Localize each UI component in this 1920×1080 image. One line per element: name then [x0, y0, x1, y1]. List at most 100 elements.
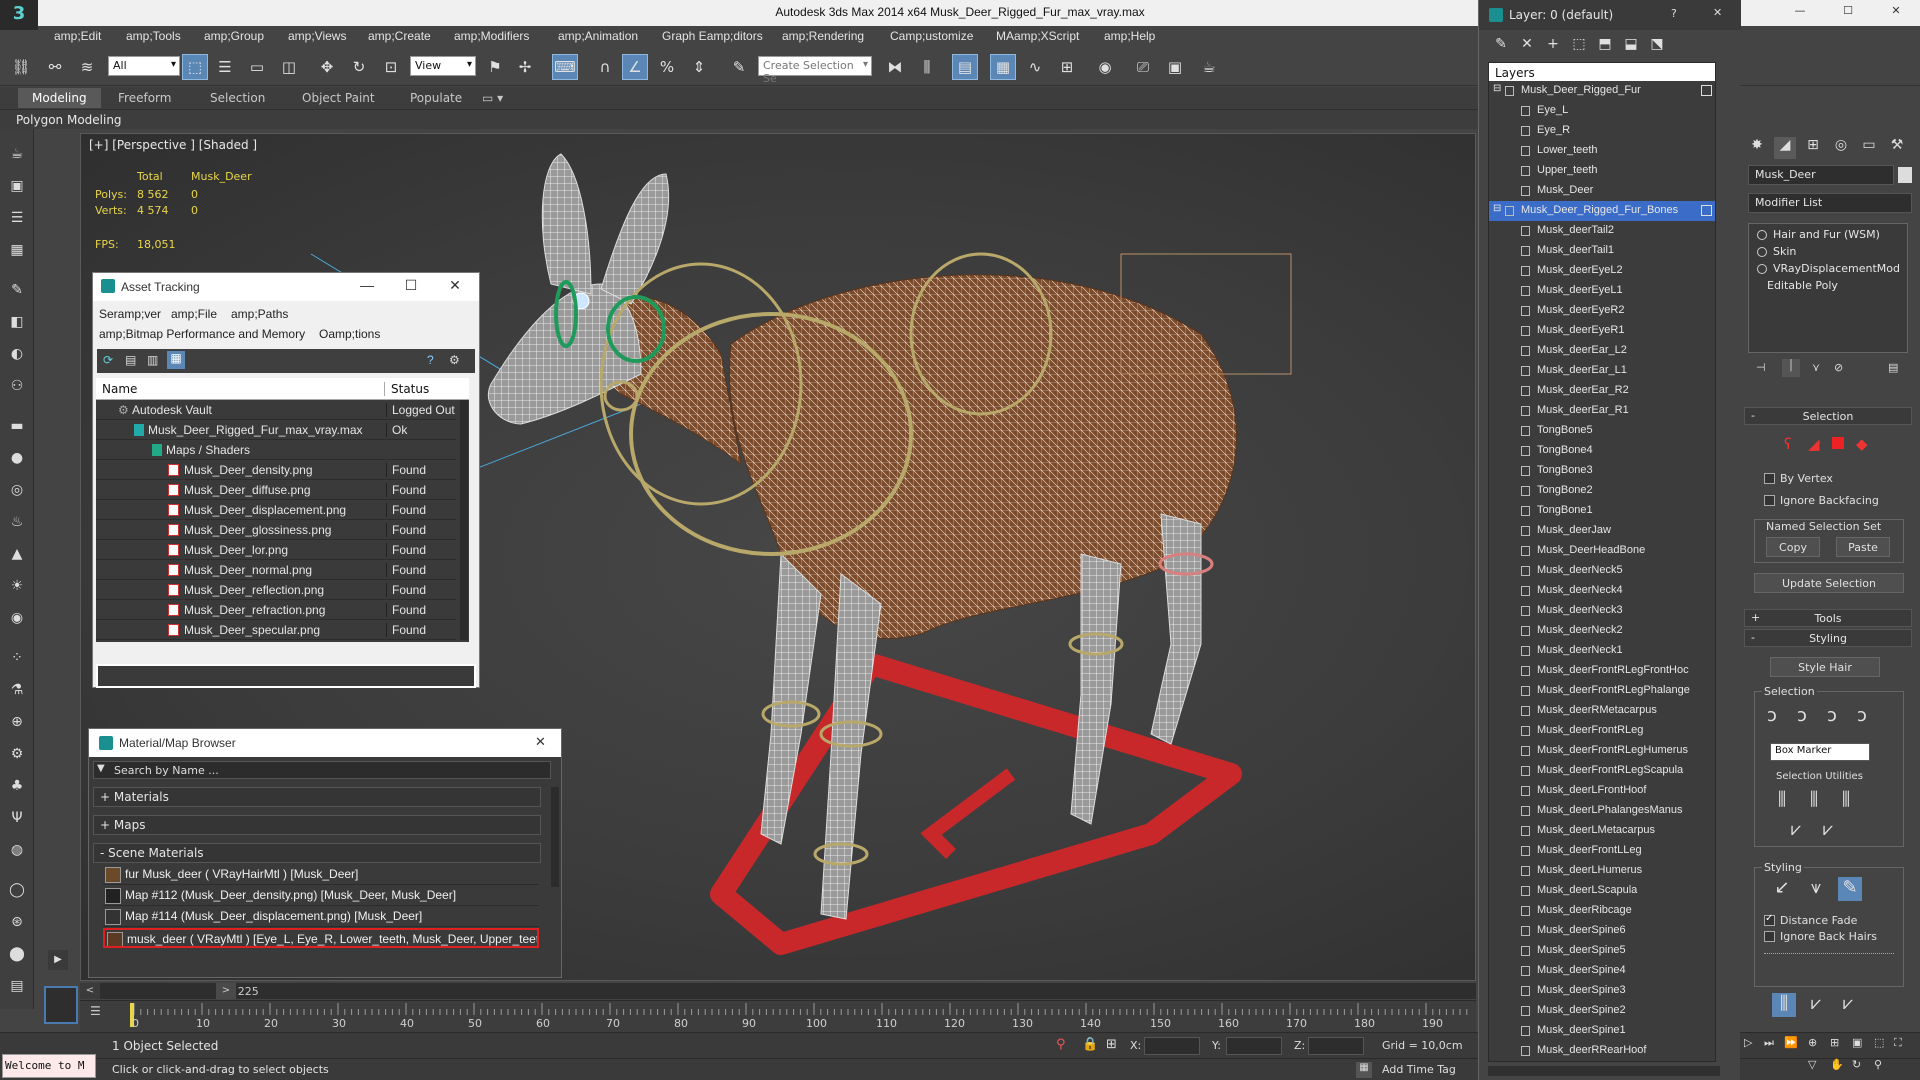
bind-space-warp-icon[interactable]: ≋	[74, 54, 100, 80]
help-icon[interactable]: ?	[427, 353, 434, 367]
maximize-viewport-icon[interactable]: ⛶	[1894, 1036, 1902, 1050]
track-bar[interactable]: 0 10 20 30 40 50 60 70 80 90 100 110 120…	[80, 1000, 1476, 1032]
stack-item[interactable]: Skin	[1753, 245, 1905, 261]
zoom-region-icon[interactable]: ⬚	[1874, 1036, 1884, 1049]
table-view-icon[interactable]: ▦	[167, 351, 185, 369]
menu-help[interactable]: amp;Help	[1104, 29, 1155, 43]
brush-icon[interactable]: ✎	[1838, 877, 1862, 901]
object-color-swatch[interactable]	[1898, 167, 1912, 183]
list-item[interactable]: fur Musk_deer ( VRayHairMtl ) [Musk_Deer…	[103, 865, 539, 885]
cone-icon[interactable]: ▲	[6, 543, 28, 565]
layer-row[interactable]: Musk_deerEar_L1	[1489, 361, 1715, 381]
time-slider[interactable]: < 0 / 225 >	[80, 983, 1476, 999]
utilities-tab-icon[interactable]: ⚒	[1886, 137, 1908, 159]
layer-row[interactable]: Musk_deerTail2	[1489, 221, 1715, 241]
highlight-icon[interactable]: ⬒	[1595, 36, 1615, 54]
rendered-frame-window-icon[interactable]: ▣	[1162, 54, 1188, 80]
spinner-snap-icon[interactable]: ⇕	[686, 54, 712, 80]
comb-icon[interactable]: ↙	[1770, 877, 1794, 901]
align-icon[interactable]: ⫼	[914, 54, 940, 80]
layer-row[interactable]: Musk_deerEar_R1	[1489, 401, 1715, 421]
stack-item[interactable]: Hair and Fur (WSM)	[1753, 228, 1905, 244]
pin-icon[interactable]: ⚲	[1056, 1037, 1066, 1052]
ignore-back-hairs-checkbox[interactable]	[1764, 931, 1775, 942]
minimize-button[interactable]: —	[1780, 4, 1820, 17]
menu-edit[interactable]: amp;Edit	[54, 29, 101, 43]
table-row[interactable]: Musk_Deer_refraction.png Found	[96, 600, 456, 620]
layer-explorer-icon[interactable]: ▤	[952, 54, 978, 80]
zoom-icon[interactable]: ⊕	[1808, 1036, 1817, 1049]
table-row[interactable]: Musk_Deer_displacement.png Found	[96, 500, 456, 520]
layer-row[interactable]: Musk_deerSpine2	[1489, 1001, 1715, 1021]
layer-toggle-box[interactable]	[1701, 205, 1712, 216]
update-selection-button[interactable]: Update Selection	[1754, 573, 1904, 593]
ignore-backfacing-checkbox[interactable]	[1764, 495, 1775, 506]
curve-editor-icon[interactable]: ∿	[1022, 54, 1048, 80]
hair-icon[interactable]: Ψ	[6, 807, 28, 829]
camera-icon[interactable]: ◧	[6, 311, 28, 333]
layer-row[interactable]: Musk_deerLScapula	[1489, 881, 1715, 901]
layer-row[interactable]: Musk_deerEyeL1	[1489, 281, 1715, 301]
close-icon[interactable]: ✕	[535, 735, 546, 750]
walk-icon[interactable]: ⚲	[1874, 1058, 1882, 1071]
disc-icon[interactable]: ◉	[6, 607, 28, 629]
copy-button[interactable]: Copy	[1766, 537, 1820, 557]
asset-tracking-titlebar[interactable]: Asset Tracking — ☐ ✕	[93, 273, 479, 301]
tab-object-paint[interactable]: Object Paint	[288, 90, 389, 106]
layer-row[interactable]: Musk_deerLHumerus	[1489, 861, 1715, 881]
select-icon[interactable]: ⬚	[1569, 36, 1589, 54]
torus-icon[interactable]: ◎	[6, 479, 28, 501]
table-row[interactable]: Musk_Deer_normal.png Found	[96, 560, 456, 580]
detail-view-icon[interactable]: ▥	[147, 353, 158, 367]
mirror-icon[interactable]: ⧓	[882, 54, 908, 80]
collapse-icon[interactable]: ⊟	[1493, 83, 1501, 94]
select-hair-icon-3[interactable]: ↄ	[1820, 705, 1844, 729]
next-frame-icon[interactable]: ⏭	[1764, 1036, 1774, 1050]
layer-row[interactable]: Musk_deerFrontRLeg	[1489, 721, 1715, 741]
list-icon[interactable]: ☰	[6, 207, 28, 229]
layer-row[interactable]: Musk_deerNeck2	[1489, 621, 1715, 641]
pivot-center-icon[interactable]: ⚑	[482, 54, 508, 80]
face-select-icon[interactable]	[1832, 437, 1844, 449]
sun-icon[interactable]: ☀	[6, 575, 28, 597]
new-layer-icon[interactable]: ✎	[1491, 36, 1511, 54]
layer-row[interactable]: Musk_deerNeck1	[1489, 641, 1715, 661]
hierarchy-tab-icon[interactable]: ⊞	[1802, 137, 1824, 159]
layer-row[interactable]: Musk_deerFrontLLeg	[1489, 841, 1715, 861]
table-row[interactable]: Maps / Shaders	[96, 440, 456, 460]
layer-row[interactable]: TongBone3	[1489, 461, 1715, 481]
tab-populate[interactable]: Populate	[396, 90, 476, 106]
layer-row[interactable]: Musk_deerFrontRLegScapula	[1489, 761, 1715, 781]
polygon-modeling-label[interactable]: Polygon Modeling	[16, 113, 122, 127]
teapot-icon[interactable]: ☕	[6, 143, 28, 165]
layer-row[interactable]: Musk_DeerHeadBone	[1489, 541, 1715, 561]
menu-group[interactable]: amp;Group	[204, 29, 264, 43]
layer-row[interactable]: Musk_deerTail1	[1489, 241, 1715, 261]
layer-row[interactable]: Musk_deerRRearHoof	[1489, 1041, 1715, 1061]
menu-create[interactable]: amp;Create	[368, 29, 431, 43]
layer-row[interactable]: Musk_deerSpine4	[1489, 961, 1715, 981]
link-icon[interactable]: ⛓	[8, 54, 34, 80]
menu-modifiers[interactable]: amp;Modifiers	[454, 29, 529, 43]
render-icon[interactable]: ▣	[6, 175, 28, 197]
layer-row[interactable]: Musk_Deer	[1489, 181, 1715, 201]
zoom-all-icon[interactable]: ⊞	[1830, 1036, 1839, 1049]
layer-row[interactable]: TongBone5	[1489, 421, 1715, 441]
maximize-icon[interactable]: ☐	[397, 277, 425, 294]
globe-icon[interactable]: ◯	[6, 879, 28, 901]
layer-row[interactable]: Musk_deerNeck3	[1489, 601, 1715, 621]
menu-customize[interactable]: Camp;ustomize	[890, 29, 973, 43]
help-button[interactable]: ?	[1671, 7, 1677, 20]
cut-icon[interactable]: ⩛	[1804, 877, 1828, 901]
layer-row[interactable]: ⊟ Musk_Deer_Rigged_Fur	[1489, 81, 1715, 101]
add-time-tag[interactable]: Add Time Tag	[1382, 1063, 1456, 1076]
paint-icon[interactable]: ✎	[6, 279, 28, 301]
utility-icon-5[interactable]: ⩗	[1816, 819, 1840, 843]
layer-row[interactable]: Musk_deerEyeL2	[1489, 261, 1715, 281]
layer-row[interactable]: Musk_deerNeck5	[1489, 561, 1715, 581]
orbit-icon[interactable]: ↻	[1852, 1058, 1861, 1071]
scale-icon[interactable]: ⊡	[378, 54, 404, 80]
configure-sets-icon[interactable]: ▤	[1888, 361, 1898, 374]
sphere-icon[interactable]: ●	[6, 447, 28, 469]
x-coordinate-field[interactable]	[1144, 1037, 1200, 1055]
